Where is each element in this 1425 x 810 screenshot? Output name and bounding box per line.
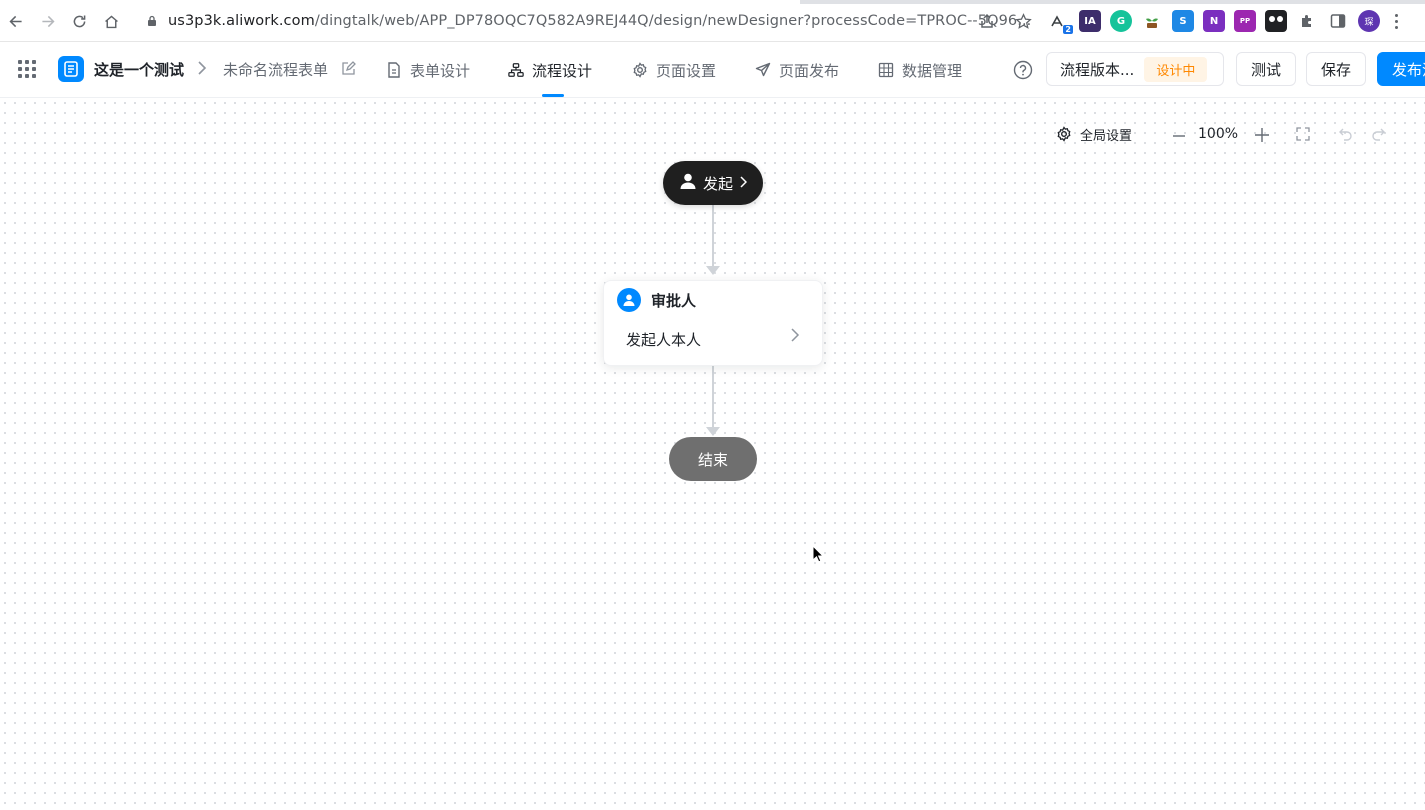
tab-page-settings[interactable]: 页面设置	[632, 42, 716, 98]
browser-menu-icon[interactable]	[1389, 10, 1403, 32]
grammarly-extension-icon[interactable]: G	[1110, 10, 1132, 32]
gear-icon	[632, 62, 648, 78]
tab-label: 数据管理	[902, 61, 963, 80]
edit-icon[interactable]	[341, 61, 356, 80]
url-text: us3p3k.aliwork.com/dingtalk/web/APP_DP78…	[168, 13, 1031, 29]
ia-extension-icon[interactable]: IA	[1079, 10, 1101, 32]
profile-avatar[interactable]: 琛	[1358, 10, 1380, 32]
s-extension-icon[interactable]: S	[1172, 10, 1194, 32]
zoom-in-icon[interactable]	[1254, 126, 1270, 142]
tab-data-management[interactable]: 数据管理	[878, 42, 962, 98]
tab-label: 页面发布	[779, 61, 840, 80]
table-icon	[878, 62, 894, 78]
pp-extension-label: PP	[1239, 17, 1251, 25]
canvas-toolbar: 全局设置 100%	[1056, 123, 1386, 145]
help-icon[interactable]	[1013, 60, 1033, 80]
grammarly-extension-label: G	[1116, 15, 1126, 27]
flow-icon	[508, 62, 524, 78]
url-path: /dingtalk/web/APP_DP78OQC7Q582A9REJ44Q/d…	[314, 13, 1032, 29]
mouse-cursor-icon	[812, 544, 825, 567]
version-status-badge: 设计中	[1144, 56, 1208, 82]
bookmark-star-icon[interactable]	[1013, 11, 1033, 31]
flow-canvas[interactable]: 全局设置 100% 发起 审批人 发起人本人 结束	[0, 98, 1425, 810]
tab-strip	[0, 0, 1425, 4]
document-icon	[386, 62, 402, 78]
tab-label: 页面设置	[656, 61, 717, 80]
send-icon	[755, 62, 771, 78]
end-node-label: 结束	[697, 450, 728, 469]
approver-value: 发起人本人	[626, 331, 702, 349]
user-icon	[679, 172, 697, 194]
publish-process-button[interactable]: 发布流程	[1377, 52, 1425, 86]
browser-toolbar: us3p3k.aliwork.com/dingtalk/web/APP_DP78…	[0, 0, 1425, 42]
app-name[interactable]: 这是一个测试	[94, 59, 184, 80]
tab-label: 表单设计	[410, 61, 471, 80]
start-node-label: 发起	[702, 174, 733, 193]
approver-title: 审批人	[651, 291, 697, 310]
translate-extension-icon[interactable]: 2	[1048, 10, 1073, 34]
fullscreen-icon[interactable]	[1296, 127, 1310, 141]
chevron-right-icon	[790, 327, 800, 347]
sidebar-panel-icon[interactable]	[1327, 10, 1349, 32]
forward-icon[interactable]	[37, 11, 57, 31]
flow-arrow-icon	[706, 266, 720, 275]
save-button[interactable]: 保存	[1306, 52, 1366, 86]
reload-icon[interactable]	[69, 11, 89, 31]
chevron-right-icon	[739, 174, 748, 192]
flow-connector	[712, 205, 714, 267]
flow-arrow-icon	[706, 427, 720, 436]
approver-icon	[617, 288, 641, 312]
zoom-out-icon[interactable]	[1172, 127, 1186, 141]
s-extension-label: S	[1179, 15, 1187, 27]
home-icon[interactable]	[101, 11, 121, 31]
dark-extension-icon[interactable]	[1265, 10, 1287, 32]
app-grid-icon[interactable]	[18, 60, 38, 80]
tab-flow-design[interactable]: 流程设计	[508, 42, 592, 98]
ia-extension-label: IA	[1084, 15, 1096, 27]
back-icon[interactable]	[6, 11, 26, 31]
profile-avatar-label: 琛	[1364, 17, 1374, 28]
flow-connector	[712, 366, 714, 428]
undo-icon[interactable]	[1338, 127, 1354, 141]
tab-form-design[interactable]: 表单设计	[386, 42, 470, 98]
active-tab-indicator	[542, 94, 564, 97]
url-host: us3p3k.aliwork.com	[168, 13, 315, 29]
publish-process-label: 发布流程	[1392, 60, 1425, 79]
process-version-label: 流程版本...	[1060, 60, 1135, 79]
onenote-extension-icon[interactable]: N	[1203, 10, 1225, 32]
redo-icon[interactable]	[1370, 127, 1386, 141]
global-settings-label: 全局设置	[1080, 128, 1133, 144]
lock-icon	[148, 15, 156, 26]
puzzle-icon[interactable]	[1296, 10, 1318, 32]
share-icon[interactable]	[977, 11, 997, 31]
end-node: 结束	[669, 437, 757, 481]
breadcrumb-chevron-icon	[196, 60, 208, 80]
form-name[interactable]: 未命名流程表单	[223, 59, 328, 80]
global-settings-button[interactable]: 全局设置	[1056, 125, 1132, 144]
plant-extension-icon[interactable]	[1141, 10, 1163, 32]
designer-header: 这是一个测试 未命名流程表单 表单设计 流程设计 页面设置 页面发布 数据管理 …	[0, 42, 1425, 98]
pp-extension-icon[interactable]: PP	[1234, 10, 1256, 32]
app-logo-icon	[58, 56, 84, 82]
address-bar[interactable]: us3p3k.aliwork.com/dingtalk/web/APP_DP78…	[146, 10, 1031, 32]
onenote-extension-label: N	[1209, 15, 1219, 27]
process-version-selector[interactable]: 流程版本... 设计中	[1046, 52, 1224, 86]
start-node[interactable]: 发起	[663, 161, 763, 205]
test-button[interactable]: 测试	[1236, 52, 1296, 86]
extension-badge: 2	[1063, 25, 1073, 34]
tab-label: 流程设计	[532, 61, 593, 80]
zoom-level: 100%	[1198, 126, 1239, 142]
tab-page-publish[interactable]: 页面发布	[755, 42, 839, 98]
approver-node[interactable]: 审批人 发起人本人	[603, 280, 823, 366]
gear-icon	[1056, 126, 1072, 142]
